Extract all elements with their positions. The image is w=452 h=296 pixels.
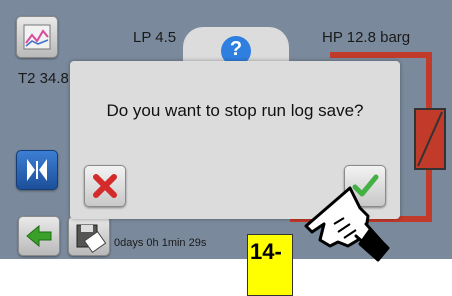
pointing-hand-icon <box>304 186 390 262</box>
step-label: 14- <box>250 239 282 264</box>
cancel-button[interactable] <box>84 165 126 207</box>
trend-chart-icon <box>23 24 51 50</box>
valve-icon <box>27 159 47 181</box>
run-log-disk-icon <box>76 224 107 254</box>
question-glyph: ? <box>229 38 243 60</box>
step-badge: 14- <box>247 234 293 296</box>
cross-icon <box>93 174 117 198</box>
lp-pressure-readout: LP 4.5 <box>133 29 177 46</box>
valve-button[interactable] <box>16 150 58 190</box>
run-time-readout: 0days 0h 1min 29s <box>114 237 207 249</box>
back-arrow-icon <box>26 224 52 248</box>
back-button[interactable] <box>18 216 60 256</box>
trend-chart-button[interactable] <box>16 16 58 58</box>
pipe-top <box>330 52 432 58</box>
condenser-symbol <box>414 108 446 170</box>
t2-temperature-readout: T2 34.8 <box>18 70 69 87</box>
hp-pressure-readout: HP 12.8 barg <box>322 29 411 46</box>
dialog-message: Do you want to stop run log save? <box>106 101 364 120</box>
condenser-diagonal-icon <box>417 111 443 167</box>
run-log-button[interactable] <box>68 216 110 256</box>
